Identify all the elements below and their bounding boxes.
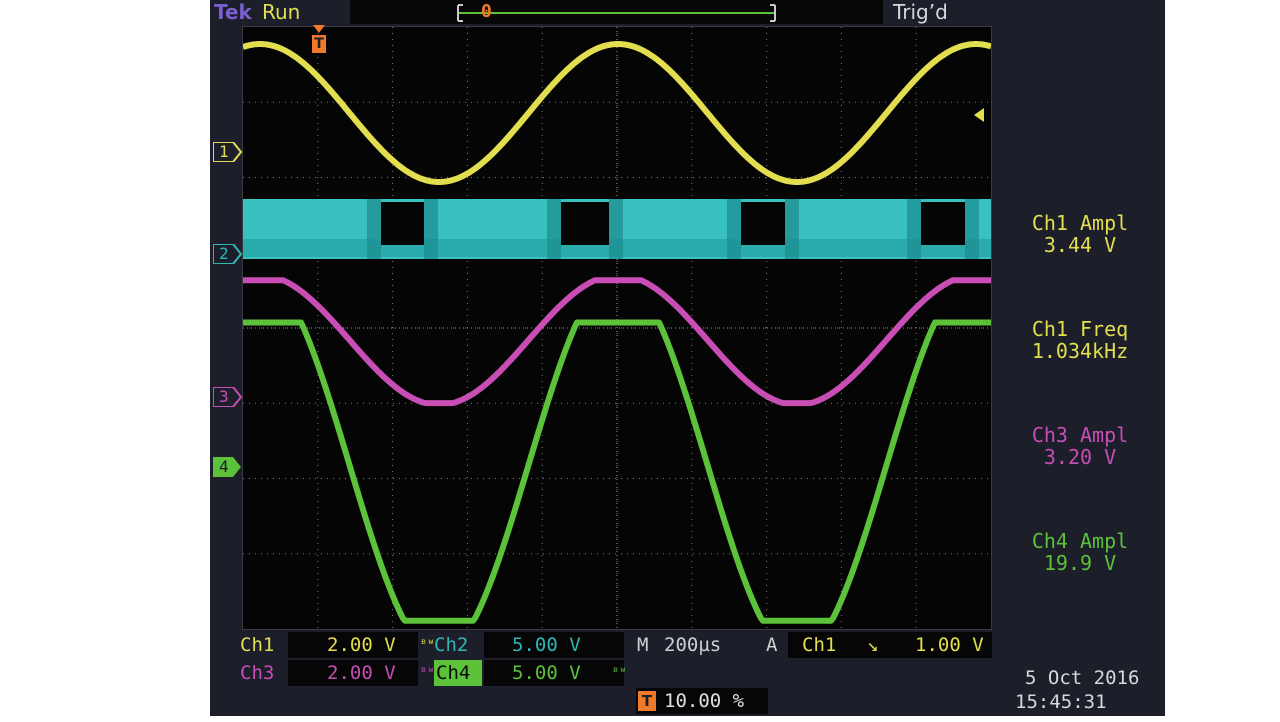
ch1-scale: 2.00 V	[327, 634, 396, 656]
trigger-level[interactable]: 1.00 V	[915, 634, 984, 656]
date-readout: 5 Oct 2016	[1025, 667, 1140, 689]
ch4-ground-marker[interactable]: 4	[213, 457, 243, 477]
ch3-label[interactable]: Ch3	[240, 662, 274, 684]
ch2-label[interactable]: Ch2	[434, 634, 468, 656]
ch2-ground-marker[interactable]: 2	[212, 243, 243, 265]
brand-logo: Tek	[214, 0, 252, 24]
measurement-label: Ch3 Ampl	[1031, 423, 1129, 447]
ch4-scale: 5.00 V	[512, 662, 581, 684]
trigger-t-icon: T	[312, 35, 326, 53]
ch3-waveform	[243, 277, 991, 407]
ch4-label: Ch4	[436, 662, 471, 684]
time-readout: 15:45:31	[1015, 691, 1107, 713]
measurement-label: Ch4 Ampl	[1031, 529, 1129, 553]
ch2-waveform-edge	[367, 199, 381, 259]
record-trigger-marker: 0	[481, 1, 492, 22]
ch4-waveform	[243, 319, 991, 624]
waveform-traces	[243, 41, 991, 624]
trigger-source[interactable]: Ch1	[802, 634, 836, 656]
trigger-position-value: 10.00 %	[664, 690, 745, 712]
trigger-a-label: A	[766, 634, 778, 656]
measurement-value: 19.9 V	[1043, 551, 1117, 575]
measurement-label: Ch1 Ampl	[1031, 211, 1129, 235]
trigger-slope-icon[interactable]: ↘	[867, 634, 878, 656]
oscilloscope-display: Tek Run 0 Trig’d T 1 2 3 4 Ch1 Ampl 3.44…	[210, 0, 1165, 716]
timebase-value[interactable]: 200µs	[664, 634, 721, 656]
ch2-waveform-edge	[727, 199, 741, 259]
ch3-marker-label: 3	[219, 387, 229, 406]
run-state: Run	[262, 0, 301, 24]
ch2-waveform-edge	[907, 199, 921, 259]
measurement-label: Ch1 Freq	[1031, 317, 1129, 341]
ch3-ground-marker[interactable]: 3	[212, 386, 243, 408]
measurement-value: 3.44 V	[1043, 233, 1117, 257]
ch2-waveform-gap	[381, 202, 424, 245]
ch2-waveform-edge	[547, 199, 561, 259]
measurement-ch1-freq: Ch1 Freq 1.034kHz	[1000, 318, 1160, 362]
measurement-ch4-ampl: Ch4 Ampl 19.9 V	[1000, 530, 1160, 574]
ch1-waveform	[243, 41, 991, 185]
ch2-waveform-edge	[965, 199, 979, 259]
trigger-position-marker[interactable]: T	[310, 25, 328, 61]
measurement-value: 3.20 V	[1043, 445, 1117, 469]
ch3-scale: 2.00 V	[327, 662, 396, 684]
ch1-label[interactable]: Ch1	[240, 634, 274, 656]
ch4-marker-label: 4	[219, 457, 229, 476]
measurement-value: 1.034kHz	[1031, 339, 1129, 363]
ch2-waveform-edge	[424, 199, 438, 259]
ch2-waveform-edge	[609, 199, 623, 259]
ch1-ground-marker[interactable]: 1	[212, 141, 243, 163]
ch1-marker-label: 1	[219, 142, 229, 161]
ch3-bw-icon: ᴮᵂ	[420, 665, 435, 679]
ch1-bw-icon: ᴮᵂ	[420, 637, 435, 651]
timebase-m-label: M	[637, 634, 649, 656]
measurement-ch1-ampl: Ch1 Ampl 3.44 V	[1000, 212, 1160, 256]
waveform-graticule	[242, 26, 992, 630]
trigger-position-icon: T	[638, 691, 656, 711]
trigger-state: Trig’d	[893, 0, 948, 24]
measurement-ch3-ampl: Ch3 Ampl 3.20 V	[1000, 424, 1160, 468]
ch2-waveform-gap	[921, 202, 965, 245]
ch2-waveform-edge	[785, 199, 799, 259]
ch4-bw-icon: ᴮᵂ	[612, 665, 627, 679]
record-view-bar: 0	[350, 0, 883, 24]
ch4-label-box[interactable]: Ch4	[434, 660, 482, 686]
ch2-marker-label: 2	[219, 244, 229, 263]
ch2-waveform-gap	[741, 202, 785, 245]
ch2-waveform-gap	[561, 202, 609, 245]
ch2-scale: 5.00 V	[512, 634, 581, 656]
trigger-position-readout[interactable]: T 10.00 %	[636, 688, 768, 714]
trigger-level-arrow-icon[interactable]	[974, 108, 984, 122]
